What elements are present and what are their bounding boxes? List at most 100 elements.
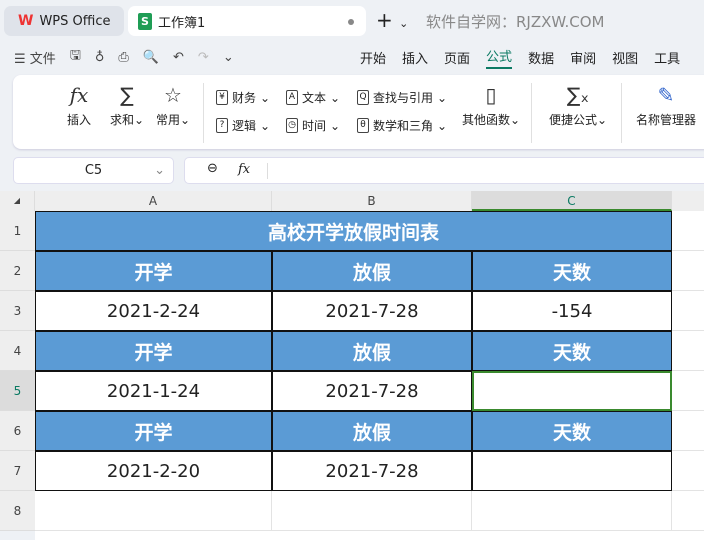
share-icon[interactable]: ♁ bbox=[95, 50, 105, 65]
empty-cell[interactable] bbox=[672, 411, 704, 451]
text-button[interactable]: A 文本 ⌄ bbox=[286, 89, 340, 106]
sheet-grid[interactable]: 高校开学放假时间表 开学 2021-2-24 放假 2021-7-28 天数 -154 开学 2… bbox=[35, 211, 704, 540]
insert-function-button[interactable]: fx 插入 bbox=[63, 83, 95, 128]
sigma-icon: ∑ bbox=[120, 83, 134, 107]
row-header[interactable]: 6 bbox=[0, 411, 35, 451]
data-cell[interactable]: 2021-1-24 bbox=[35, 371, 272, 411]
tab-label: 工作簿1 bbox=[158, 15, 206, 31]
print-preview-icon[interactable]: 🔍 bbox=[143, 50, 159, 65]
star-icon: ☆ bbox=[164, 83, 182, 107]
header-cell[interactable]: 放假 bbox=[272, 411, 472, 451]
redo-icon[interactable]: ↷ bbox=[198, 50, 209, 65]
select-all-corner[interactable]: ◢ bbox=[0, 191, 35, 211]
quick-access: ☰ 文件 🖫 ♁ ⎙ 🔍 ↶ ↷ ⌄ bbox=[14, 46, 234, 68]
lookup-icon: Q bbox=[357, 90, 369, 105]
column-header-b[interactable]: B bbox=[272, 191, 472, 211]
quick-formula-button[interactable]: ∑ₓ 便捷公式⌄ bbox=[548, 83, 608, 128]
header-cell[interactable]: 开学 bbox=[35, 331, 272, 371]
lookup-button[interactable]: Q 查找与引用 ⌄ bbox=[357, 89, 447, 106]
header-cell[interactable]: 开学 bbox=[35, 251, 272, 291]
quick-formula-icon: ∑ₓ bbox=[566, 83, 590, 107]
zoom-icon[interactable]: ⊖ bbox=[207, 161, 218, 176]
tab-insert[interactable]: 插入 bbox=[402, 48, 428, 67]
tab-home[interactable]: 开始 bbox=[360, 48, 386, 67]
header-cell[interactable]: 天数 bbox=[472, 331, 672, 371]
save-icon[interactable]: 🖫 bbox=[70, 46, 81, 68]
row-header[interactable]: 5 bbox=[0, 371, 35, 411]
header-cell[interactable]: 放假 bbox=[272, 251, 472, 291]
name-manager-icon: ✎ bbox=[657, 83, 675, 107]
logic-icon: ? bbox=[216, 118, 228, 133]
data-cell[interactable]: 2021-2-20 bbox=[35, 451, 272, 491]
print-icon[interactable]: ⎙ bbox=[118, 50, 128, 65]
file-menu[interactable]: ☰ 文件 bbox=[14, 48, 56, 67]
new-tab-button[interactable]: + ⌄ bbox=[376, 8, 408, 32]
tab-data[interactable]: 数据 bbox=[528, 48, 554, 67]
more-functions-icon: ▯ bbox=[485, 83, 497, 107]
data-cell[interactable] bbox=[472, 451, 672, 491]
empty-cell[interactable] bbox=[672, 251, 704, 291]
empty-cell[interactable] bbox=[472, 491, 672, 531]
row-header[interactable]: 8 bbox=[0, 491, 35, 531]
header-cell[interactable]: 开学 bbox=[35, 411, 272, 451]
fx-icon: fx bbox=[69, 83, 89, 107]
finance-icon: ¥ bbox=[216, 90, 228, 105]
row-header[interactable]: 3 bbox=[0, 291, 35, 331]
data-cell[interactable]: 2021-7-28 bbox=[272, 451, 472, 491]
header-cell[interactable]: 天数 bbox=[472, 411, 672, 451]
finance-button[interactable]: ¥ 财务 ⌄ bbox=[216, 89, 270, 106]
math-icon: θ bbox=[357, 118, 369, 133]
clock-icon: ◷ bbox=[286, 118, 298, 133]
row-header[interactable]: 2 bbox=[0, 251, 35, 291]
fx-icon[interactable]: fx bbox=[238, 162, 250, 177]
row-header[interactable]: 1 bbox=[0, 211, 35, 251]
empty-cell[interactable] bbox=[272, 491, 472, 531]
empty-cell[interactable] bbox=[672, 491, 704, 531]
column-header-a[interactable]: A bbox=[35, 191, 272, 211]
empty-cell[interactable] bbox=[672, 291, 704, 331]
tab-view[interactable]: 视图 bbox=[612, 48, 638, 67]
tab-review[interactable]: 审阅 bbox=[570, 48, 596, 67]
undo-icon[interactable]: ↶ bbox=[173, 50, 184, 65]
row-header[interactable]: 4 bbox=[0, 331, 35, 371]
name-box[interactable]: C5 ⌄ bbox=[13, 157, 174, 184]
ribbon: fx 插入 ∑ 求和⌄ ☆ 常用⌄ ¥ 财务 ⌄ A 文本 ⌄ Q 查找与引用 ⌄ ? 逻辑 ⌄ ◷ 时… bbox=[13, 75, 704, 149]
tab-tools[interactable]: 工具 bbox=[654, 48, 680, 67]
data-cell[interactable]: 2021-7-28 bbox=[272, 291, 472, 331]
unsaved-dot-icon bbox=[348, 19, 354, 25]
empty-cell[interactable] bbox=[672, 451, 704, 491]
empty-cell[interactable] bbox=[672, 211, 704, 251]
math-button[interactable]: θ 数学和三角 ⌄ bbox=[357, 117, 447, 134]
data-cell[interactable]: 2021-7-28 bbox=[272, 371, 472, 411]
header-cell[interactable]: 天数 bbox=[472, 251, 672, 291]
row-header[interactable]: 7 bbox=[0, 451, 35, 491]
text-icon: A bbox=[286, 90, 298, 105]
empty-cell[interactable] bbox=[672, 371, 704, 411]
more-chevron-icon[interactable]: ⌄ bbox=[223, 50, 234, 65]
header-cell[interactable]: 放假 bbox=[272, 331, 472, 371]
name-manager-button[interactable]: ✎ 名称管理器 bbox=[631, 83, 701, 128]
data-cell[interactable]: 2021-2-24 bbox=[35, 291, 272, 331]
tab-wps-office[interactable]: W WPS Office bbox=[4, 6, 124, 36]
ribbon-tabs: 开始 插入 页面 公式 数据 审阅 视图 工具 bbox=[360, 46, 680, 69]
logic-button[interactable]: ? 逻辑 ⌄ bbox=[216, 117, 270, 134]
formula-bar[interactable]: ⊖ fx bbox=[184, 157, 704, 184]
time-button[interactable]: ◷ 时间 ⌄ bbox=[286, 117, 340, 134]
other-functions-button[interactable]: ▯ 其他函数⌄ bbox=[459, 83, 523, 128]
site-watermark: 软件自学网：RJZXW.COM bbox=[426, 13, 605, 31]
empty-cell[interactable] bbox=[35, 491, 272, 531]
tab-page[interactable]: 页面 bbox=[444, 48, 470, 67]
table-title-cell[interactable]: 高校开学放假时间表 bbox=[35, 211, 672, 251]
tab-workbook[interactable]: S 工作簿1 bbox=[128, 6, 366, 36]
wps-logo-icon: W bbox=[18, 13, 34, 29]
column-header-c[interactable]: C bbox=[472, 191, 672, 211]
selected-cell-c5[interactable] bbox=[472, 371, 672, 411]
tab-formulas[interactable]: 公式 bbox=[486, 46, 513, 69]
tab-label: WPS Office bbox=[39, 13, 111, 29]
common-button[interactable]: ☆ 常用⌄ bbox=[152, 83, 194, 128]
spreadsheet-icon: S bbox=[138, 12, 152, 30]
empty-cell[interactable] bbox=[672, 331, 704, 371]
sum-button[interactable]: ∑ 求和⌄ bbox=[106, 83, 148, 128]
data-cell[interactable]: -154 bbox=[472, 291, 672, 331]
chevron-down-icon: ⌄ bbox=[154, 163, 165, 178]
